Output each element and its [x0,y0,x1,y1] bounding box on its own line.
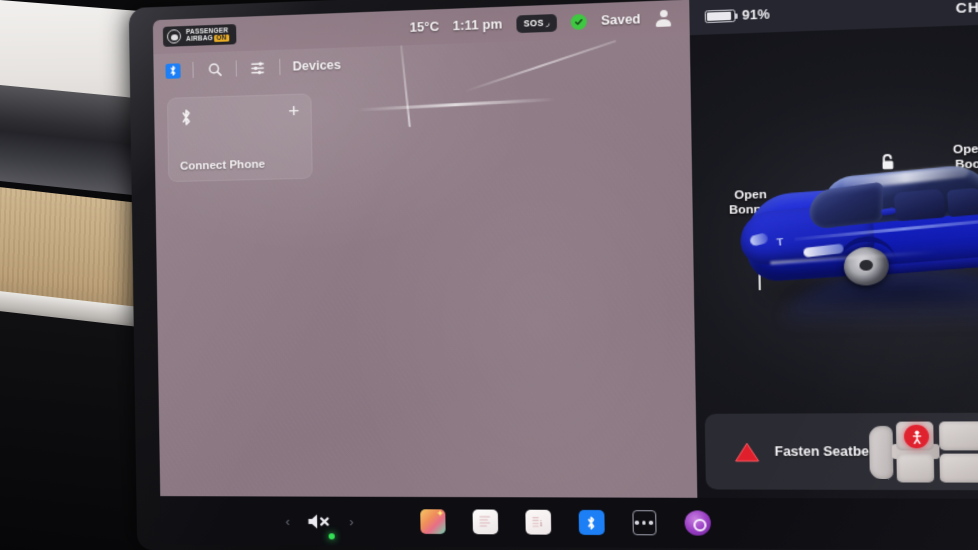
airbag-label: PASSENGER AIRBAG ON [186,27,229,44]
toolbar-divider-3 [279,58,281,76]
media-app-icon[interactable] [472,509,498,535]
seat-front-right [896,453,935,483]
battery-indicator[interactable]: 91% [704,7,770,24]
previous-track-button[interactable]: ‹ [285,513,290,528]
seat-rear-right [939,453,978,483]
add-device-button[interactable]: + [288,101,300,123]
filter-list-icon[interactable] [249,58,268,77]
outside-temperature: 15°C [409,19,440,35]
speaker-mute-icon[interactable] [307,512,332,529]
connect-phone-label: Connect Phone [179,158,266,173]
bluetooth-devices-panel: Devices + Connect Phone [153,35,698,498]
bluetooth-icon [181,108,190,125]
drive-mode-label: CHILL [955,0,978,16]
page-title: Devices [292,57,342,74]
saved-check-icon [570,13,588,30]
screen-surface: PASSENGER AIRBAG ON 15°C 1:11 pm SOS ◞ S… [152,0,978,550]
tesla-logo-icon: T [776,236,785,249]
vehicle-control-panel: Open Bonnet Open Boot T Fasten Seatbelt [689,22,978,499]
vehicle-front-window [893,188,946,222]
bottom-dock: ‹ › ✦ i [160,496,978,550]
display-status-led [328,533,335,540]
sos-signal-icon: ◞ [545,16,550,28]
airbag-state: ON [214,34,229,43]
toolbar-divider-1 [192,61,194,78]
next-track-button[interactable]: › [349,514,354,529]
passenger-airbag-indicator: PASSENGER AIRBAG ON [162,23,236,48]
steering-wheel-icon [868,425,894,480]
airbag-line2: AIRBAG ON [186,34,229,43]
more-apps-icon[interactable] [632,510,657,536]
tesla-touchscreen-display: PASSENGER AIRBAG ON 15°C 1:11 pm SOS ◞ S… [128,0,978,550]
photos-app-icon[interactable] [419,509,446,535]
camera-app-icon[interactable] [684,510,711,536]
connect-phone-card[interactable]: + Connect Phone [166,93,313,183]
sos-button[interactable]: SOS ◞ [516,13,558,33]
devices-list-area: + Connect Phone [154,71,692,183]
toybox-app-icon[interactable]: i [525,509,551,535]
seatbelt-warning-badge [903,424,930,449]
driver-profile-icon[interactable] [655,9,673,27]
warning-triangle-icon [734,441,761,463]
svg-text:i: i [540,517,543,527]
battery-icon [704,9,736,24]
battery-percent-label: 91% [741,7,770,23]
vehicle-3d-render[interactable]: T [735,124,978,346]
seatbelt-alert-message: Fasten Seatbelt [774,444,878,459]
toolbar-divider-2 [235,60,237,77]
vehicle-rear-window [946,186,978,218]
battery-fill [707,11,731,21]
bluetooth-toggle-icon[interactable] [165,62,181,79]
save-status-label: Saved [600,11,641,28]
dock-app-icons: i [419,509,711,536]
vehicle-3d-stage: Open Bonnet Open Boot T [690,22,978,476]
search-icon[interactable] [205,60,223,79]
seat-layout-diagram [867,418,978,487]
seatbelt-alert-bar[interactable]: Fasten Seatbelt [704,412,978,491]
seat-rear-left [938,421,978,451]
airbag-icon [166,29,182,44]
bluetooth-app-icon[interactable] [578,509,605,536]
sos-label: SOS [523,17,544,29]
clock: 1:11 pm [452,17,503,34]
volume-control-group: ‹ › [160,512,354,530]
